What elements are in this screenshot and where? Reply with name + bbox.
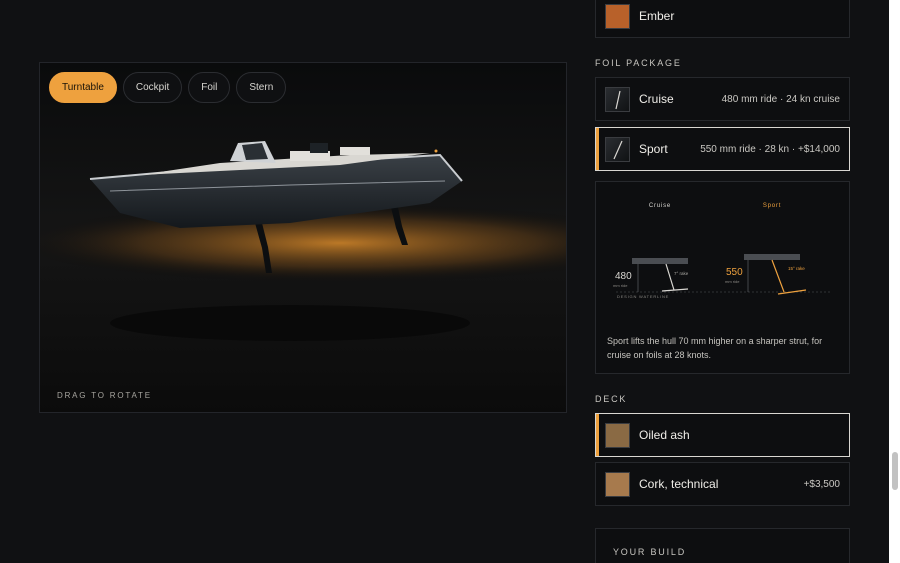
option-label: Ember [639,9,675,23]
cruise-ride-value: 480 [615,271,632,282]
deck-heading: DECK [595,394,628,404]
foil-comparison-caption: Sport lifts the hull 70 mm higher on a s… [607,336,823,360]
sport-heading: Sport [763,203,781,209]
boat-viewer[interactable]: Turntable Cockpit Foil Stern DRAG TO ROT… [39,62,567,413]
option-meta: +$3,500 [803,478,840,490]
option-label: Sport [639,142,668,156]
option-label: Oiled ash [639,428,690,442]
foil-option-cruise[interactable]: Cruise 480 mm ride · 24 kn cruise [595,77,850,121]
option-meta: 550 mm ride · 28 kn · +$14,000 [700,143,840,155]
drag-hint: DRAG TO ROTATE [57,391,152,400]
tab-cockpit[interactable]: Cockpit [122,72,183,103]
tab-stern[interactable]: Stern [236,72,287,103]
waterline-label: DESIGN WATERLINE [617,294,669,299]
deck-option-cork[interactable]: Cork, technical +$3,500 [595,462,850,506]
tab-foil[interactable]: Foil [188,72,231,103]
foil-comparison: Cruise Sport 480 mm ride 7° rake DESIGN … [595,181,850,374]
cruise-heading: Cruise [649,203,671,209]
ember-swatch [605,3,630,29]
cruise-hull [632,258,688,264]
cruise-rake: 7° rake [674,271,689,276]
your-build-heading: YOUR BUILD [613,547,687,557]
option-label: Cruise [639,92,674,106]
your-build-panel: YOUR BUILD [595,528,850,563]
foil-option-sport[interactable]: Sport 550 mm ride · 28 kn · +$14,000 [595,127,850,171]
sport-rake: 15° rake [788,266,805,271]
foil-comparison-diagram: Cruise Sport 480 mm ride 7° rake DESIGN … [613,203,831,299]
sport-ride-unit: mm ride [725,279,740,284]
cruise-foil-icon [605,86,630,112]
view-tabs: Turntable Cockpit Foil Stern [49,72,287,103]
option-label: Cork, technical [639,477,719,491]
sport-foil-icon [605,136,630,162]
boat-render[interactable] [40,63,567,413]
deck-option-oiled-ash[interactable]: Oiled ash [595,413,850,457]
cork-swatch [605,471,630,497]
scrollbar-thumb[interactable] [892,452,898,490]
sport-ride-value: 550 [726,267,743,278]
option-meta: 480 mm ride · 24 kn cruise [721,93,840,105]
oiled-ash-swatch [605,422,630,448]
tab-turntable[interactable]: Turntable [49,72,117,103]
cruise-ride-unit: mm ride [613,283,628,288]
sport-hull [744,254,800,260]
hull-option-ember[interactable]: Ember [595,0,850,38]
foil-package-heading: FOIL PACKAGE [595,58,682,68]
